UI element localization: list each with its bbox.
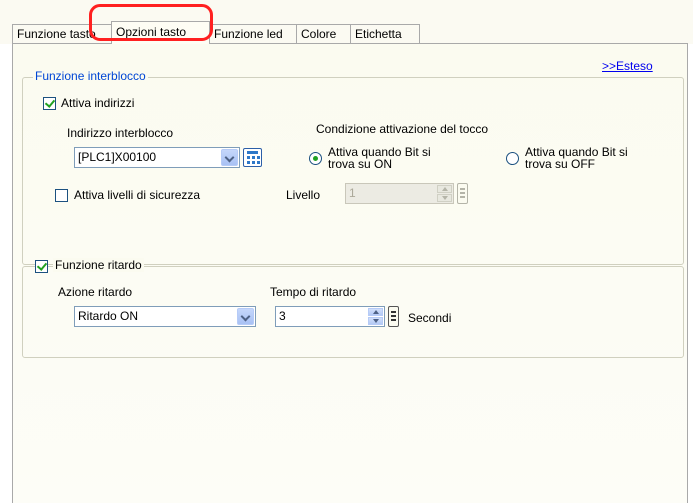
chevron-down-icon[interactable] — [237, 308, 254, 325]
delay-unit-label: Secondi — [408, 311, 452, 325]
delay-keypad-icon[interactable] — [388, 306, 399, 327]
delay-action-label: Azione ritardo — [58, 285, 133, 299]
interlock-address-label: Indirizzo interblocco — [67, 126, 174, 140]
enable-address-checkbox[interactable] — [43, 97, 56, 110]
delay-time-spinner[interactable] — [368, 308, 383, 325]
touch-condition-label: Condizione attivazione del tocco — [316, 122, 489, 136]
level-spinner[interactable] — [437, 185, 452, 202]
tab-highlight-annotation — [89, 4, 213, 41]
radio-off-label: Attiva quando Bit si trova su OFF — [525, 145, 628, 171]
radio-on-label: Attiva quando Bit si trova su ON — [328, 145, 431, 171]
delay-time-label: Tempo di ritardo — [270, 285, 357, 299]
delay-action-value: Ritardo ON — [78, 309, 139, 323]
radio-off-condition[interactable] — [506, 152, 519, 165]
level-keypad-icon[interactable] — [457, 183, 468, 204]
security-level-label: Attiva livelli di sicurezza — [74, 188, 201, 202]
delay-action-dropdown[interactable]: Ritardo ON — [74, 306, 256, 327]
interlock-legend: Funzione interblocco — [33, 69, 148, 83]
delay-time-value: 3 — [279, 309, 286, 323]
security-level-checkbox[interactable] — [55, 189, 68, 202]
chevron-down-icon[interactable] — [221, 149, 238, 166]
extended-link[interactable]: >>Esteso — [602, 59, 653, 73]
delay-time-input[interactable]: 3 — [275, 306, 385, 327]
delay-legend: Funzione ritardo — [53, 258, 144, 272]
enable-address-label: Attiva indirizzi — [61, 96, 135, 110]
interlock-address-dropdown[interactable]: [PLC1]X00100 — [74, 147, 240, 168]
level-value: 1 — [349, 186, 356, 200]
tab-colore[interactable]: Colore — [296, 24, 351, 43]
options-panel: >>Esteso Funzione interblocco Attiva ind… — [12, 43, 688, 503]
radio-on-condition[interactable] — [309, 152, 322, 165]
level-input[interactable]: 1 — [345, 183, 454, 204]
level-label: Livello — [286, 188, 321, 202]
calculator-icon[interactable] — [243, 148, 262, 167]
interlock-address-value: [PLC1]X00100 — [78, 150, 157, 164]
tab-etichetta[interactable]: Etichetta — [350, 24, 420, 43]
tab-funzione-led[interactable]: Funzione led — [209, 24, 297, 43]
delay-enable-checkbox[interactable] — [35, 260, 48, 273]
